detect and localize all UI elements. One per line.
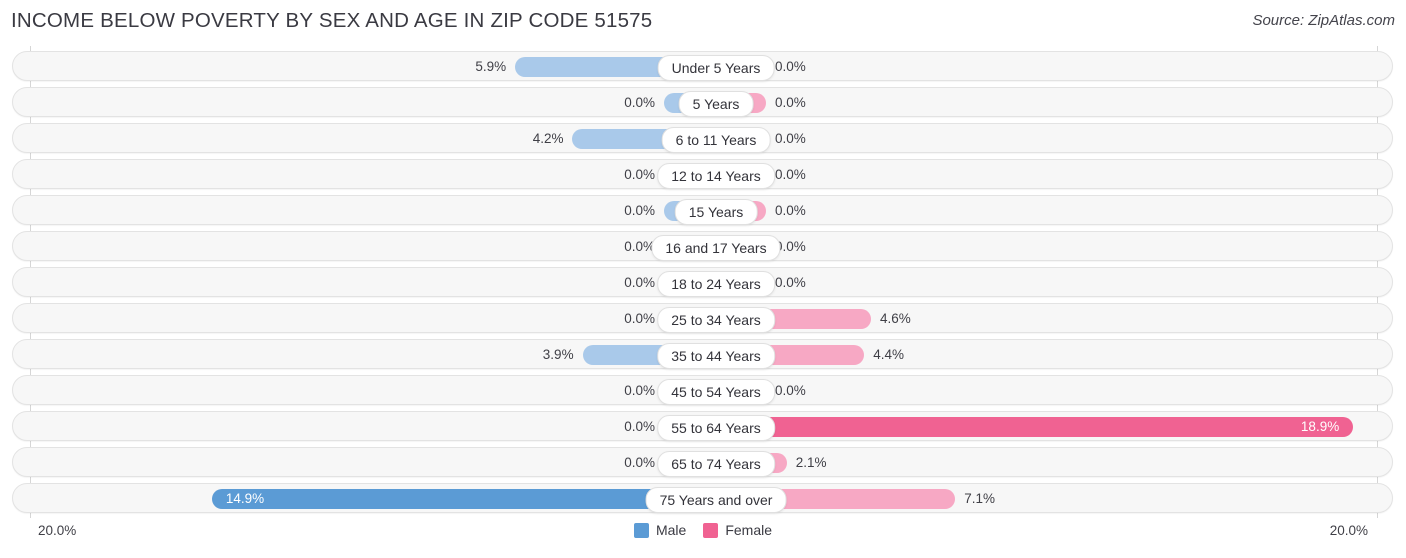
chart-footer: 20.0% 20.0% Male Female xyxy=(0,518,1406,558)
category-label: 5 Years xyxy=(678,91,754,117)
bar-value-female: 7.1% xyxy=(964,491,996,506)
chart-legend: Male Female xyxy=(0,522,1406,538)
legend-item-male[interactable]: Male xyxy=(633,522,687,538)
chart-row: 0.0% 2.1% 65 to 74 Years xyxy=(12,447,1393,477)
bar-value-male: 0.0% xyxy=(624,167,655,182)
bar-value-female: 0.0% xyxy=(775,383,806,398)
bar-value-female: 0.0% xyxy=(775,167,806,182)
chart-row-inner: 5.9% 0.0% Under 5 Years xyxy=(13,52,1392,81)
category-label: 75 Years and over xyxy=(645,487,787,513)
chart-row-inner: 0.0% 0.0% 16 and 17 Years xyxy=(13,232,1392,261)
bar-value-male: 0.0% xyxy=(624,95,655,110)
chart-plot-area: 5.9% 0.0% Under 5 Years 0.0% 0.0% 5 Years 4.2%… xyxy=(0,46,1406,518)
chart-row: 0.0% 0.0% 18 to 24 Years xyxy=(12,267,1393,297)
chart-row: 0.0% 0.0% 15 Years xyxy=(12,195,1393,225)
chart-row-inner: 4.2% 0.0% 6 to 11 Years xyxy=(13,124,1392,153)
chart-row-inner: 0.0% 0.0% 15 Years xyxy=(13,196,1392,225)
bar-value-male: 0.0% xyxy=(624,203,655,218)
category-label: 45 to 54 Years xyxy=(657,379,775,405)
bar-female[interactable] xyxy=(716,417,1353,437)
chart-header: INCOME BELOW POVERTY BY SEX AND AGE IN Z… xyxy=(0,0,1406,42)
source-attribution: Source: ZipAtlas.com xyxy=(1252,12,1395,29)
bar-value-female: 0.0% xyxy=(775,275,806,290)
chart-row-inner: 0.0% 18.9% 55 to 64 Years xyxy=(13,412,1392,441)
chart-row: 0.0% 4.6% 25 to 34 Years xyxy=(12,303,1393,333)
bar-value-female: 18.9% xyxy=(1300,419,1340,434)
bar-value-male: 5.9% xyxy=(475,59,507,74)
category-label: 15 Years xyxy=(674,199,758,225)
chart-row: 5.9% 0.0% Under 5 Years xyxy=(12,51,1393,81)
category-label: 12 to 14 Years xyxy=(657,163,775,189)
category-label: 35 to 44 Years xyxy=(657,343,775,369)
legend-label-male: Male xyxy=(655,522,687,538)
chart-page: INCOME BELOW POVERTY BY SEX AND AGE IN Z… xyxy=(0,0,1406,558)
chart-row-inner: 0.0% 0.0% 12 to 14 Years xyxy=(13,160,1392,189)
bar-value-female: 0.0% xyxy=(775,131,806,146)
chart-row-inner: 0.0% 0.0% 5 Years xyxy=(13,88,1392,117)
bar-value-male: 0.0% xyxy=(624,419,655,434)
legend-swatch-male xyxy=(633,522,649,538)
page-title: INCOME BELOW POVERTY BY SEX AND AGE IN Z… xyxy=(11,9,653,32)
bar-value-male: 3.9% xyxy=(542,347,574,362)
legend-swatch-female xyxy=(703,522,719,538)
chart-row: 14.9% 7.1% 75 Years and over xyxy=(12,483,1393,513)
legend-item-female[interactable]: Female xyxy=(703,522,772,538)
chart-row: 3.9% 4.4% 35 to 44 Years xyxy=(12,339,1393,369)
bar-value-male: 0.0% xyxy=(624,239,655,254)
bar-value-female: 0.0% xyxy=(775,95,806,110)
chart-row: 0.0% 0.0% 45 to 54 Years xyxy=(12,375,1393,405)
category-label: 6 to 11 Years xyxy=(661,127,771,153)
chart-row: 0.0% 18.9% 55 to 64 Years xyxy=(12,411,1393,441)
chart-row: 0.0% 0.0% 12 to 14 Years xyxy=(12,159,1393,189)
chart-row-inner: 0.0% 0.0% 18 to 24 Years xyxy=(13,268,1392,297)
bar-value-male: 4.2% xyxy=(532,131,564,146)
category-label: 18 to 24 Years xyxy=(657,271,775,297)
bar-value-female: 0.0% xyxy=(775,59,806,74)
legend-label-female: Female xyxy=(725,522,773,538)
chart-row: 4.2% 0.0% 6 to 11 Years xyxy=(12,123,1393,153)
bar-value-female: 4.4% xyxy=(873,347,905,362)
bar-value-female: 2.1% xyxy=(795,455,827,470)
chart-row-inner: 0.0% 2.1% 65 to 74 Years xyxy=(13,448,1392,477)
chart-row: 0.0% 0.0% 16 and 17 Years xyxy=(12,231,1393,261)
category-label: 25 to 34 Years xyxy=(657,307,775,333)
category-label: 65 to 74 Years xyxy=(657,451,775,477)
category-label: 16 and 17 Years xyxy=(651,235,781,261)
bar-value-male: 0.0% xyxy=(624,275,655,290)
bar-male[interactable] xyxy=(211,489,714,509)
chart-row-inner: 3.9% 4.4% 35 to 44 Years xyxy=(13,340,1392,369)
bar-value-male: 0.0% xyxy=(624,383,655,398)
category-label: Under 5 Years xyxy=(657,55,775,81)
bar-value-male: 0.0% xyxy=(624,311,655,326)
bar-value-male: 14.9% xyxy=(225,491,265,506)
bar-value-female: 0.0% xyxy=(775,203,806,218)
chart-row-inner: 0.0% 4.6% 25 to 34 Years xyxy=(13,304,1392,333)
bar-value-female: 4.6% xyxy=(880,311,911,326)
chart-row-inner: 14.9% 7.1% 75 Years and over xyxy=(13,484,1392,513)
chart-row: 0.0% 0.0% 5 Years xyxy=(12,87,1393,117)
bar-value-male: 0.0% xyxy=(624,455,655,470)
chart-row-inner: 0.0% 0.0% 45 to 54 Years xyxy=(13,376,1392,405)
category-label: 55 to 64 Years xyxy=(657,415,775,441)
